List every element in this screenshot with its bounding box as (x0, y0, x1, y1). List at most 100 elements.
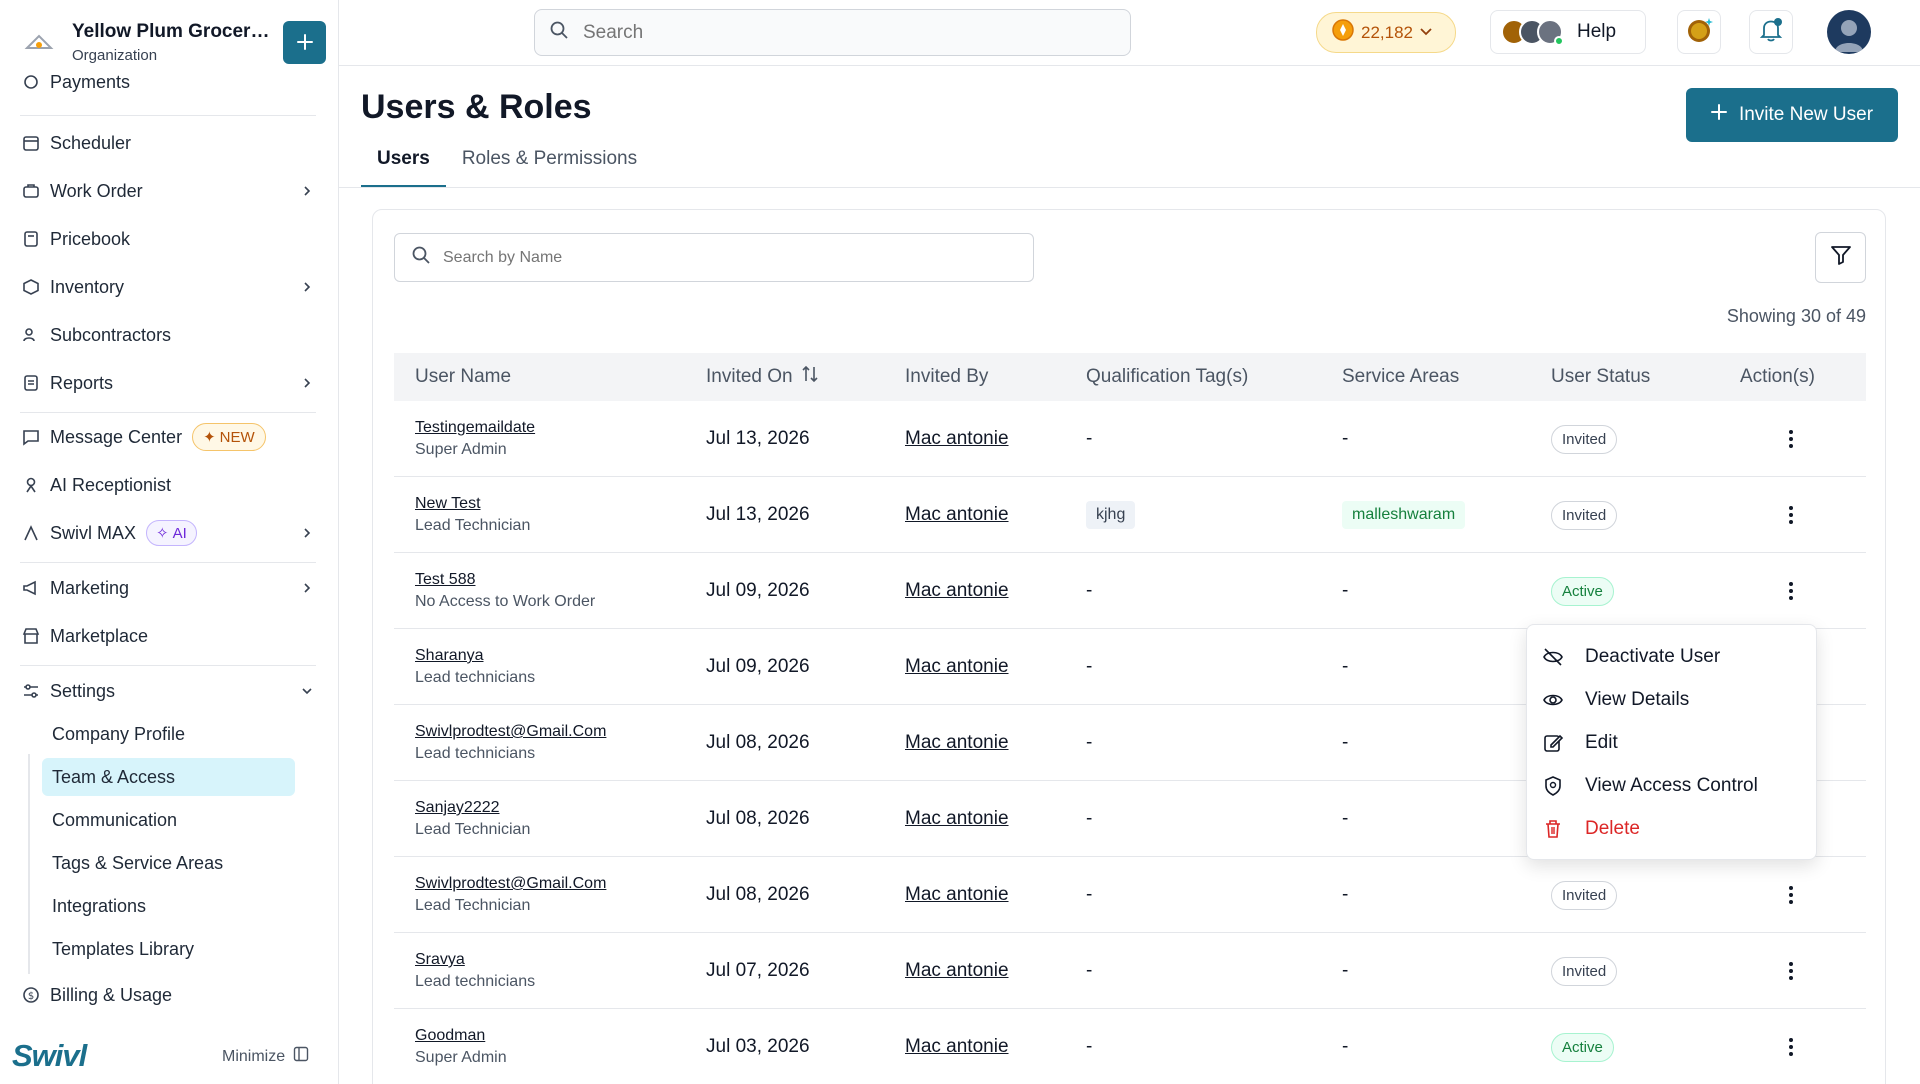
service-area-cell: - (1342, 1009, 1348, 1084)
user-cell: Sanjay2222 Lead Technician (415, 781, 530, 857)
settings-communication[interactable]: Communication (42, 801, 295, 839)
nav-reports[interactable]: Reports (20, 365, 316, 401)
kebab-menu-icon[interactable] (1779, 956, 1803, 986)
menu-edit[interactable]: Edit (1541, 725, 1803, 761)
qualification-cell: - (1086, 629, 1092, 705)
badge-icon (1684, 15, 1714, 50)
invited-by-link[interactable]: Mac antonie (905, 960, 1009, 982)
nav-work-order[interactable]: Work Order (20, 173, 316, 209)
qualification-cell: kjhg (1086, 477, 1136, 553)
qualification-cell: - (1086, 705, 1092, 781)
plus-icon (296, 34, 313, 50)
menu-delete[interactable]: Delete (1541, 811, 1803, 847)
nav-marketplace[interactable]: Marketplace (20, 618, 316, 654)
user-cell: Swivlprodtest@Gmail.Com Lead technicians (415, 705, 606, 781)
kebab-menu-icon[interactable] (1779, 500, 1803, 530)
sort-icon[interactable] (801, 365, 819, 389)
tab-roles-permissions[interactable]: Roles & Permissions (446, 148, 653, 188)
search-by-name-input[interactable] (443, 248, 1003, 267)
settings-integrations[interactable]: Integrations (42, 887, 295, 925)
swivl-logo: Swivl (12, 1038, 87, 1073)
settings-company-profile[interactable]: Company Profile (42, 715, 295, 753)
invited-by-cell: Mac antonie (905, 857, 1009, 933)
settings-templates-library[interactable]: Templates Library (42, 930, 295, 968)
user-name-link[interactable]: Testingemaildate (415, 419, 535, 437)
topbar: 22,182 Help (339, 0, 1920, 66)
nav-pricebook[interactable]: Pricebook (20, 221, 316, 257)
user-name-link[interactable]: Sanjay2222 (415, 799, 530, 817)
actions-cell (1779, 477, 1803, 553)
service-area-tag: - (1342, 884, 1349, 905)
nav-subcontractors[interactable]: Subcontractors (20, 317, 316, 353)
nav-swivl-max[interactable]: Swivl MAX ✧ AI (20, 515, 316, 551)
global-search-input[interactable] (583, 21, 1083, 44)
status-cell: Invited (1551, 401, 1618, 477)
nav-message-center[interactable]: Message Center ✦ NEW (20, 419, 316, 455)
user-name-link[interactable]: Goodman (415, 1027, 507, 1045)
qualification-tag: - (1086, 884, 1093, 905)
invited-by-cell: Mac antonie (905, 781, 1009, 857)
tab-users[interactable]: Users (361, 148, 446, 188)
qualification-cell: - (1086, 781, 1092, 857)
kebab-menu-icon[interactable] (1779, 576, 1803, 606)
nav-ai-receptionist[interactable]: AI Receptionist (20, 467, 316, 503)
profile-avatar[interactable] (1827, 10, 1871, 54)
invited-by-cell: Mac antonie (905, 553, 1009, 629)
minimize-button[interactable]: Minimize (222, 1046, 309, 1067)
header-invited-on[interactable]: Invited On (706, 353, 819, 401)
invited-by-link[interactable]: Mac antonie (905, 884, 1009, 906)
settings-sliders-icon (20, 680, 42, 702)
coins-dropdown[interactable]: 22,182 (1316, 12, 1456, 53)
invited-by-link[interactable]: Mac antonie (905, 580, 1009, 602)
header-user-name: User Name (415, 366, 512, 387)
settings-tags-service-areas[interactable]: Tags & Service Areas (42, 844, 295, 882)
invited-date: Jul 09, 2026 (706, 656, 810, 677)
user-name-link[interactable]: Sravya (415, 951, 535, 969)
user-name-link[interactable]: Test 588 (415, 571, 595, 589)
eye-off-icon (1541, 645, 1565, 669)
nav-marketing[interactable]: Marketing (20, 570, 316, 606)
help-button[interactable]: Help (1490, 10, 1646, 54)
kebab-menu-icon[interactable] (1779, 1032, 1803, 1062)
user-name-link[interactable]: New Test (415, 495, 530, 513)
search-by-name[interactable] (394, 233, 1034, 282)
invited-by-link[interactable]: Mac antonie (905, 808, 1009, 830)
user-name-link[interactable]: Sharanya (415, 647, 535, 665)
service-area-tag: - (1342, 428, 1349, 449)
invited-by-cell: Mac antonie (905, 1009, 1009, 1084)
invited-by-link[interactable]: Mac antonie (905, 656, 1009, 678)
invited-by-link[interactable]: Mac antonie (905, 732, 1009, 754)
add-button[interactable] (283, 20, 326, 64)
header-actions: Action(s) (1740, 366, 1815, 387)
nav-payments[interactable]: Payments (20, 70, 316, 94)
org-switcher[interactable]: Yellow Plum Grocers... Organization (20, 18, 326, 66)
qualification-tag: - (1086, 808, 1093, 829)
menu-deactivate-user[interactable]: Deactivate User (1541, 639, 1803, 675)
invite-new-user-button[interactable]: Invite New User (1686, 88, 1898, 142)
notifications-button[interactable] (1749, 10, 1793, 54)
table-row: New Test Lead Technician Jul 13, 2026 Mac a… (394, 477, 1866, 553)
kebab-menu-icon[interactable] (1779, 880, 1803, 910)
nav-inventory[interactable]: Inventory (20, 269, 316, 305)
global-search[interactable] (534, 9, 1131, 56)
filter-button[interactable] (1815, 232, 1866, 283)
invited-by-cell: Mac antonie (905, 401, 1009, 477)
status-badge: Invited (1551, 424, 1618, 454)
user-name-link[interactable]: Swivlprodtest@Gmail.Com (415, 875, 606, 893)
rewards-button[interactable] (1677, 10, 1721, 54)
invited-by-link[interactable]: Mac antonie (905, 1036, 1009, 1058)
invited-by-link[interactable]: Mac antonie (905, 428, 1009, 450)
settings-team-access[interactable]: Team & Access (42, 758, 295, 796)
nav-scheduler[interactable]: Scheduler (20, 125, 316, 161)
user-name-link[interactable]: Swivlprodtest@Gmail.Com (415, 723, 606, 741)
invited-on-cell: Jul 08, 2026 (706, 857, 810, 933)
sparkle-icon: ✦ (203, 429, 216, 446)
nav-settings[interactable]: Settings (20, 673, 316, 709)
kebab-menu-icon[interactable] (1779, 424, 1803, 454)
nav-billing[interactable]: $ Billing & Usage (20, 977, 316, 1013)
menu-view-details[interactable]: View Details (1541, 682, 1803, 718)
invited-date: Jul 13, 2026 (706, 428, 810, 449)
invited-by-link[interactable]: Mac antonie (905, 504, 1009, 526)
menu-view-access-control[interactable]: View Access Control (1541, 768, 1803, 804)
status-cell: Invited (1551, 933, 1618, 1009)
